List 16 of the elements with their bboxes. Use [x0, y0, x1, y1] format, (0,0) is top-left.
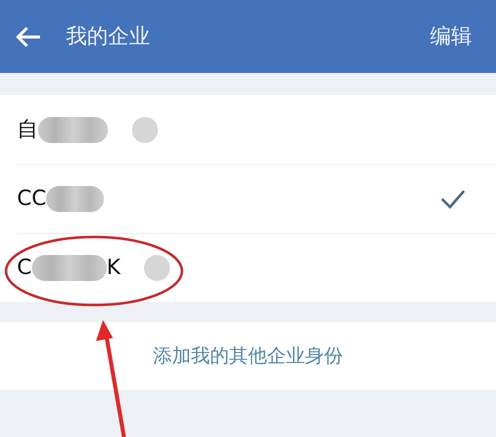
company-name: 自: [17, 116, 38, 143]
company-name: K: [106, 254, 120, 282]
company-name: C: [17, 254, 32, 282]
checkmark-icon: [440, 189, 466, 209]
add-company-link[interactable]: 添加我的其他企业身份: [153, 342, 343, 370]
redacted-text: [38, 116, 108, 142]
company-row[interactable]: 自: [0, 95, 496, 164]
redacted-text: [46, 186, 104, 212]
count-badge: [132, 116, 158, 142]
edit-button[interactable]: 编辑: [430, 20, 472, 52]
company-name: CC: [17, 185, 46, 212]
count-badge: [144, 255, 170, 281]
page-title: 我的企业: [66, 22, 150, 50]
company-row[interactable]: C K: [17, 233, 496, 302]
company-row[interactable]: CC: [17, 164, 496, 233]
back-icon[interactable]: [16, 26, 42, 48]
